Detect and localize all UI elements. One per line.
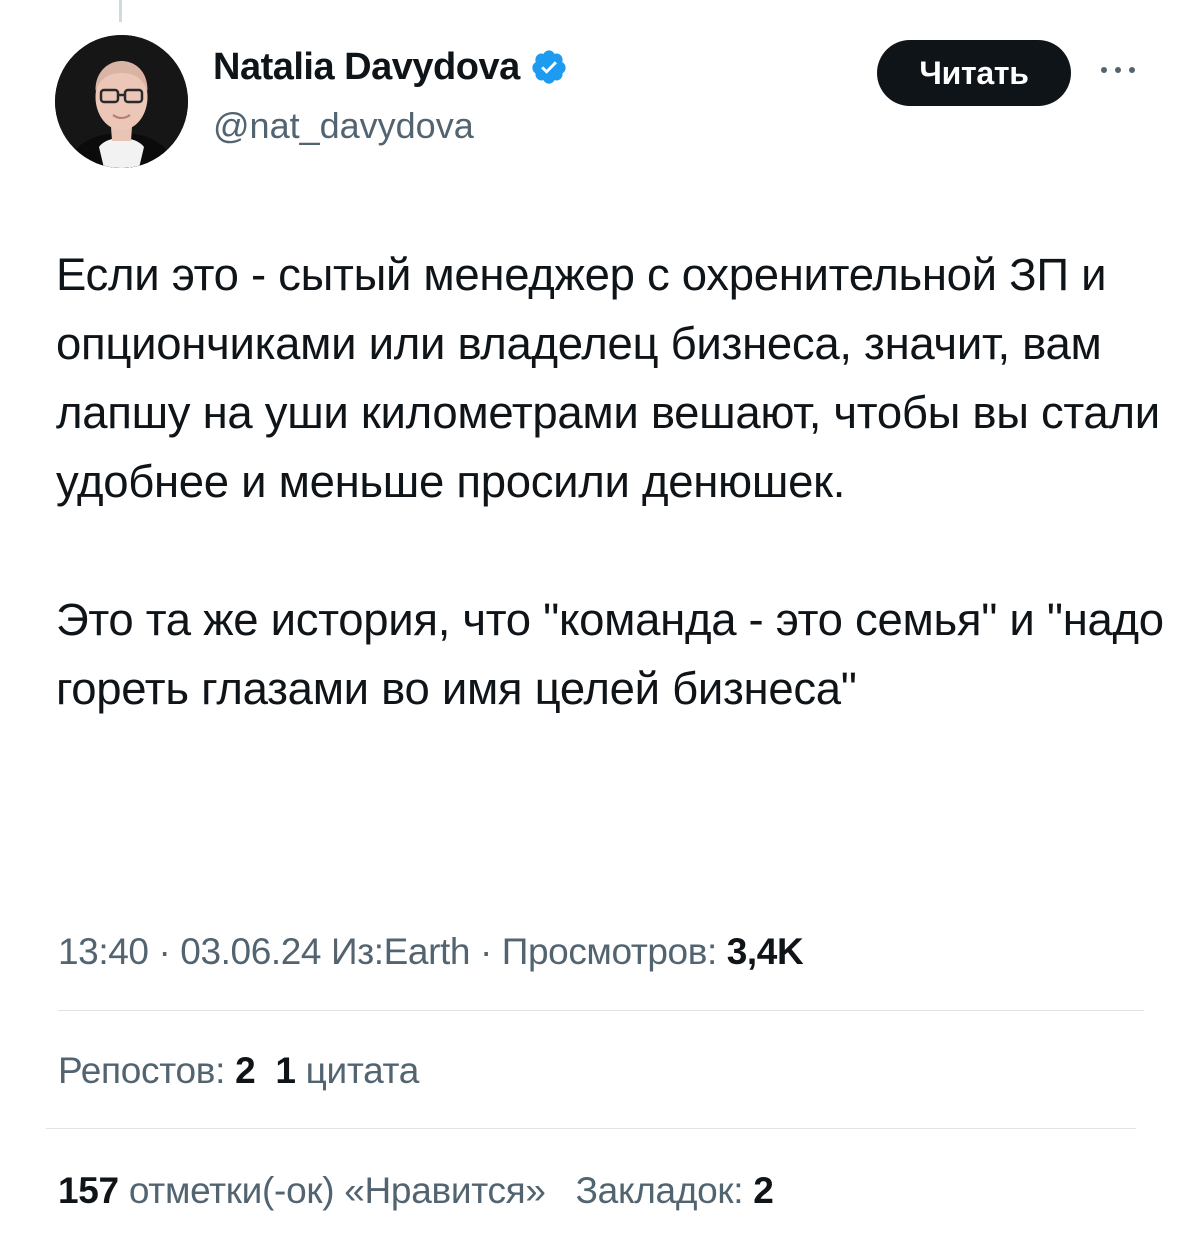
bookmarks-count: 2 <box>753 1170 774 1211</box>
reposts-count: 2 <box>235 1050 256 1091</box>
meta-separator: · <box>148 931 181 972</box>
likes-stat[interactable]: 157 отметки(-ок) «Нравится» <box>58 1166 546 1216</box>
avatar-photo <box>55 35 188 168</box>
author-name-row[interactable]: Natalia Davydova <box>213 48 568 86</box>
tweet-meta: 13:40 · 03.06.24 Из:Earth · Просмотров: … <box>58 927 804 977</box>
tweet-paragraph: Если это - сытый менеджер с охренительно… <box>56 249 1160 507</box>
reposts-stat[interactable]: Репостов: 2 <box>58 1046 256 1096</box>
reposts-label: Репостов: <box>58 1050 226 1091</box>
views-label: Просмотров: <box>501 931 717 972</box>
avatar[interactable] <box>55 35 188 168</box>
bookmarks-stat[interactable]: Закладок: 2 <box>576 1166 774 1216</box>
likes-count: 157 <box>58 1170 119 1211</box>
source-prefix: Из: <box>331 931 384 972</box>
author-handle[interactable]: @nat_davydova <box>213 108 474 144</box>
thread-connector-line <box>119 0 122 22</box>
views-count: 3,4K <box>726 931 804 972</box>
likes-label: отметки(-ок) «Нравится» <box>128 1170 546 1211</box>
quotes-stat[interactable]: 1 цитата <box>275 1046 419 1096</box>
read-button[interactable]: Читать <box>877 40 1071 106</box>
tweet-paragraph: Это та же история, что "команда - это се… <box>56 594 1164 714</box>
quotes-label: цитата <box>305 1050 420 1091</box>
likes-stats-row: 157 отметки(-ок) «Нравится» Закладок: 2 <box>58 1166 774 1216</box>
tweet-source: Earth <box>383 931 471 972</box>
display-name[interactable]: Natalia Davydova <box>213 48 520 86</box>
divider <box>46 1128 1136 1129</box>
tweet-date[interactable]: 03.06.24 <box>180 931 321 972</box>
verified-badge-icon <box>530 48 568 86</box>
tweet-time[interactable]: 13:40 <box>58 931 149 972</box>
tweet-text: Если это - сытый менеджер с охренительно… <box>56 240 1166 723</box>
quotes-count: 1 <box>275 1050 296 1091</box>
bookmarks-label: Закладок: <box>575 1170 744 1211</box>
meta-separator: · <box>470 931 502 972</box>
ellipsis-icon[interactable] <box>1096 62 1140 78</box>
divider <box>58 1010 1144 1011</box>
repost-stats-row: Репостов: 2 1 цитата <box>58 1046 419 1096</box>
